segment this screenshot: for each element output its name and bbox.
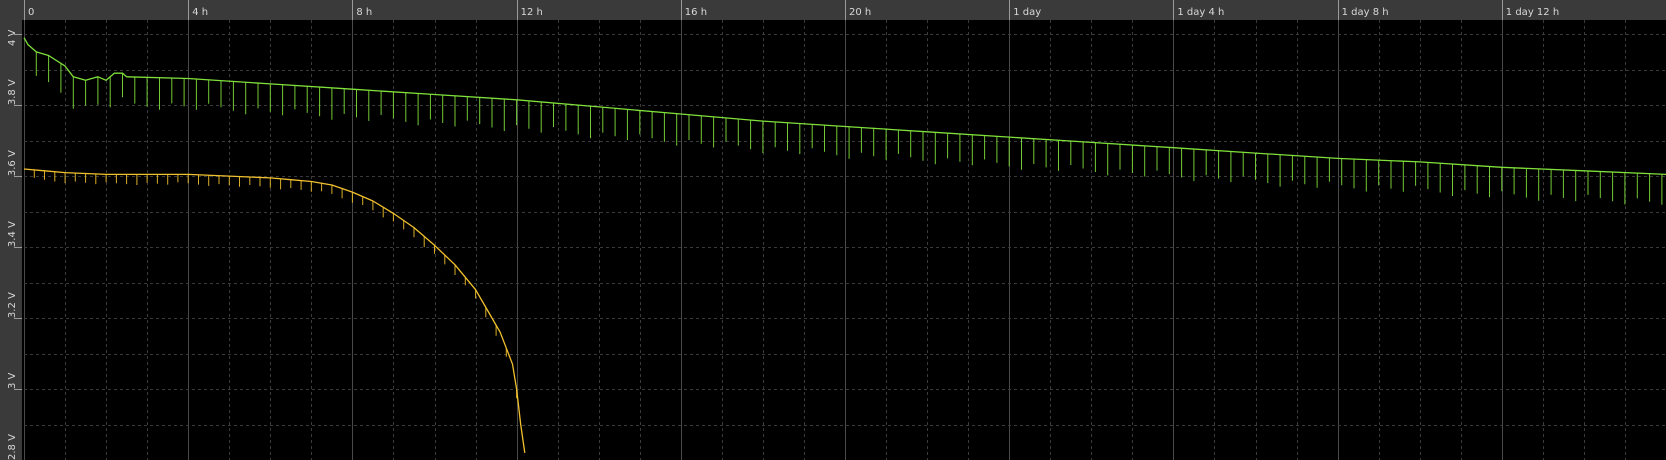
voltage-chart: 0 4 h 8 h 12 h 16 h 20 h 1 day 1 day 4 h 1 day 8… (0, 0, 1666, 460)
x-tick-label: 1 day 12 h (1506, 7, 1559, 18)
x-tick-label: 1 day 4 h (1177, 7, 1224, 18)
y-tick-label: 2.8 V (7, 434, 18, 460)
x-tick-label: 12 h (521, 7, 543, 18)
x-tick-label: 16 h (685, 7, 707, 18)
y-tick-label: 4 V (7, 29, 18, 46)
x-tick-label: 0 (28, 7, 34, 18)
plot-background (0, 0, 1666, 460)
x-tick-label: 20 h (849, 7, 871, 18)
x-tick-label: 4 h (192, 7, 208, 18)
x-tick-label: 1 day 8 h (1342, 7, 1389, 18)
x-tick-label: 1 day (1013, 7, 1041, 18)
y-tick-label: 3.4 V (7, 221, 18, 247)
x-tick-label: 8 h (356, 7, 372, 18)
y-tick-label: 3.8 V (7, 79, 18, 105)
y-tick-label: 3 V (7, 372, 18, 389)
x-axis-bar (0, 0, 1666, 20)
y-tick-label: 3.2 V (7, 292, 18, 318)
y-tick-label: 3.6 V (7, 150, 18, 176)
